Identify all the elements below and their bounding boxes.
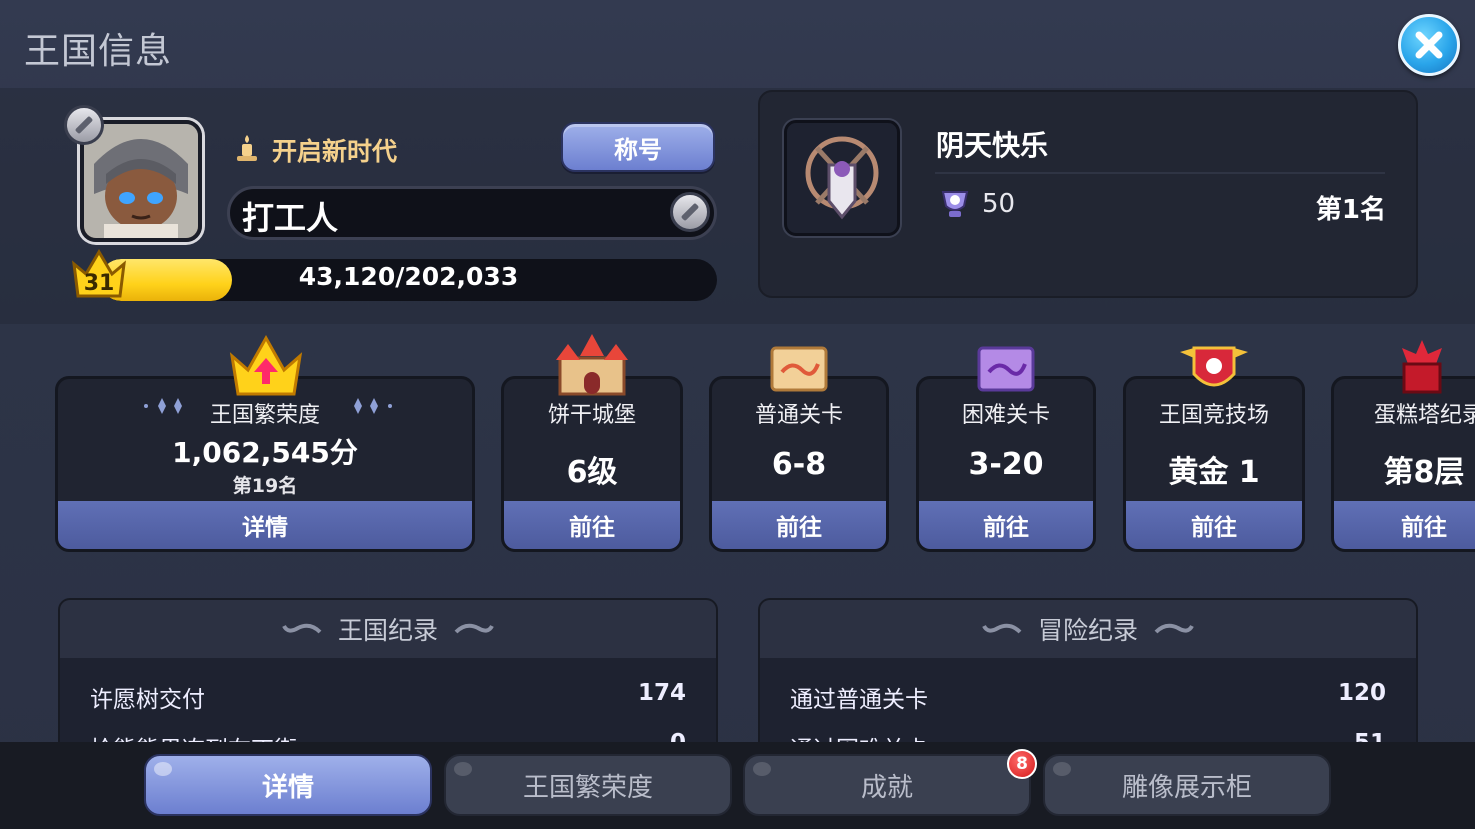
kingdom-records-panel: 王国纪录 许愿树交付 174 拾熊熊果冻到布丁街 0 — [58, 598, 718, 758]
arena-shield-icon — [1180, 346, 1248, 387]
map-scroll-icon — [770, 346, 828, 392]
player-name: 打工人 — [242, 199, 339, 237]
adventure-records-title: 冒险纪录 — [1037, 616, 1138, 645]
close-icon — [1415, 31, 1443, 59]
cake-tower-label: 蛋糕塔纪录 — [1373, 403, 1475, 428]
kingdom-records-title: 王国纪录 — [337, 616, 438, 645]
adventure-records-panel: 冒险纪录 通过普通关卡 120 通过困难关卡 51 — [758, 598, 1418, 758]
tab-label: 详情 — [261, 772, 314, 803]
shield-emblem-icon — [805, 136, 879, 220]
tab-prosperity[interactable]: 王国繁荣度 — [444, 754, 732, 816]
cake-tower-go-button[interactable]: 前往 — [1334, 501, 1475, 549]
sparkle-right-icon — [354, 398, 392, 414]
tab-statue-showcase[interactable]: 雕像展示柜 — [1043, 754, 1331, 816]
guild-trophy-icon — [937, 186, 973, 224]
normal-stage-label: 普通关卡 — [754, 403, 843, 428]
swirl-right-icon — [454, 615, 496, 644]
arena-go-button[interactable]: 前往 — [1126, 501, 1302, 549]
normal-stage-value: 6-8 — [771, 447, 827, 482]
cake-tower-floor: 第8层 — [1383, 455, 1465, 490]
button-shine — [454, 762, 472, 776]
notification-badge: 8 — [1007, 749, 1037, 779]
kingdom-records-header: 王国纪录 — [60, 600, 716, 658]
guild-name: 阴天快乐 — [936, 129, 1049, 162]
adventure-records-header: 冒险纪录 — [760, 600, 1416, 658]
button-shine — [753, 762, 771, 776]
swirl-right-icon — [1154, 615, 1196, 644]
swirl-left-icon — [980, 615, 1022, 644]
hard-stage-value: 3-20 — [968, 447, 1044, 482]
cake-tower-icon — [1402, 340, 1442, 394]
tab-label: 王国繁荣度 — [522, 772, 653, 803]
level-crown-icon: 31 — [70, 248, 128, 304]
record-value: 120 — [1337, 680, 1386, 706]
arena-card: 王国竞技场 黄金 1 前往 — [1123, 376, 1305, 552]
guild-score: 50 — [982, 189, 1016, 219]
hard-map-scroll-icon — [977, 346, 1035, 392]
crown-icon — [229, 334, 303, 396]
record-value: 174 — [637, 680, 686, 706]
tab-details[interactable]: 详情 — [144, 754, 432, 816]
record-label: 通过普通关卡 — [790, 687, 928, 713]
title-button[interactable]: 称号 — [561, 122, 715, 172]
hard-stage-label: 困难关卡 — [961, 403, 1050, 428]
normal-stage-go-button[interactable]: 前往 — [712, 501, 886, 549]
arena-label: 王国竞技场 — [1158, 403, 1269, 428]
tab-achievements[interactable]: 成就 — [743, 754, 1031, 816]
guild-emblem — [784, 120, 900, 236]
sparkle-left-icon — [144, 398, 182, 414]
record-label: 许愿树交付 — [90, 687, 205, 713]
prosperity-rank: 第19名 — [232, 475, 298, 497]
castle-card: 饼干城堡 6级 前往 — [501, 376, 683, 552]
record-row: 许愿树交付 174 — [90, 680, 686, 714]
profile-title: 开启新时代 — [272, 137, 398, 166]
level-number: 31 — [84, 271, 115, 296]
cake-tower-card: 蛋糕塔纪录 第8层 前往 — [1331, 376, 1475, 552]
tab-label: 成就 — [860, 772, 913, 803]
button-shine — [1053, 762, 1071, 776]
swirl-left-icon — [280, 615, 322, 644]
pencil-icon — [681, 203, 699, 221]
record-row: 通过普通关卡 120 — [790, 680, 1386, 714]
prosperity-card: 王国繁荣度 1,062,545分 第19名 详情 — [55, 376, 475, 552]
close-button[interactable] — [1398, 14, 1460, 76]
arena-tier: 黄金 1 — [1168, 455, 1260, 490]
tab-label: 雕像展示柜 — [1121, 772, 1252, 803]
candle-icon — [234, 133, 260, 167]
hard-stage-card: 困难关卡 3-20 前往 — [916, 376, 1096, 552]
guild-rank: 第1名 — [1315, 195, 1386, 225]
pencil-icon — [75, 116, 93, 134]
name-edit-button[interactable] — [670, 192, 710, 232]
castle-go-button[interactable]: 前往 — [504, 501, 680, 549]
prosperity-details-button[interactable]: 详情 — [58, 501, 472, 549]
guild-divider — [935, 172, 1385, 174]
normal-stage-card: 普通关卡 6-8 前往 — [709, 376, 889, 552]
page-title: 王国信息 — [24, 31, 173, 72]
hard-stage-go-button[interactable]: 前往 — [919, 501, 1093, 549]
exp-text: 43,120/202,033 — [298, 262, 519, 291]
prosperity-label: 王国繁荣度 — [209, 403, 320, 428]
cookie-portrait-icon — [84, 124, 198, 238]
prosperity-score: 1,062,545分 — [172, 436, 358, 469]
button-shine — [154, 762, 172, 776]
castle-label: 饼干城堡 — [547, 403, 636, 428]
castle-icon — [556, 334, 628, 396]
castle-level: 6级 — [566, 455, 618, 490]
avatar-edit-button[interactable] — [64, 105, 104, 145]
